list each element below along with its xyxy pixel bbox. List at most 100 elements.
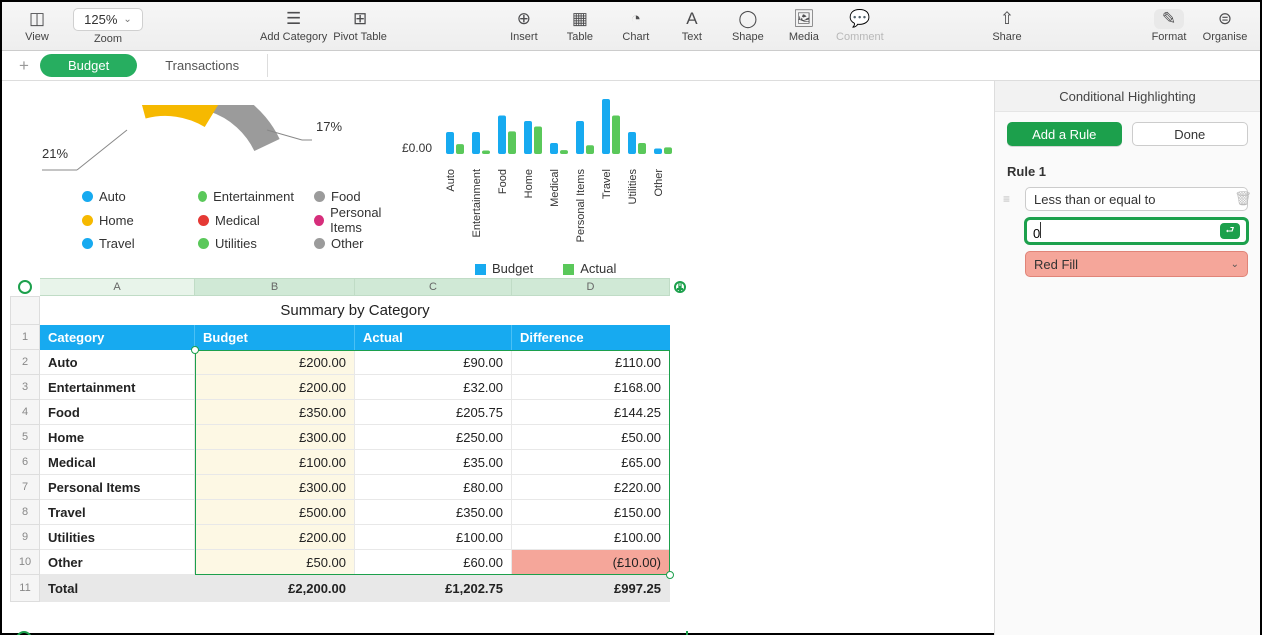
- cell-diff[interactable]: £168.00: [512, 375, 670, 400]
- drag-handle-icon[interactable]: ≡: [1003, 192, 1008, 206]
- cell-cat[interactable]: Other: [40, 550, 195, 575]
- cell-cat[interactable]: Auto: [40, 350, 195, 375]
- col-C[interactable]: C: [355, 278, 512, 296]
- col-A[interactable]: A: [40, 278, 195, 296]
- cell-cat[interactable]: Entertainment: [40, 375, 195, 400]
- style-select[interactable]: Red Fill⌄: [1025, 251, 1248, 277]
- cell-cat[interactable]: Personal Items: [40, 475, 195, 500]
- th-category[interactable]: Category: [40, 325, 195, 350]
- cell-cat[interactable]: Medical: [40, 450, 195, 475]
- cell-diff[interactable]: (£10.00): [512, 550, 670, 575]
- share-button[interactable]: ⇧Share: [982, 9, 1032, 43]
- th-actual[interactable]: Actual: [355, 325, 512, 350]
- canvas[interactable]: 21% 17% AutoEntertainmentFoodHomeMedical…: [2, 81, 994, 635]
- resize-corner[interactable]: [674, 631, 688, 635]
- row-10[interactable]: 10: [10, 550, 40, 575]
- cell-diff[interactable]: £100.00: [512, 525, 670, 550]
- inspector: Conditional Highlighting Add a Rule Done…: [994, 81, 1260, 635]
- insert-button[interactable]: ⊕Insert: [499, 9, 549, 43]
- add-rule-button[interactable]: Add a Rule: [1007, 122, 1122, 146]
- cell-diff[interactable]: £144.25: [512, 400, 670, 425]
- condition-value-input[interactable]: 0 ⮐: [1025, 218, 1248, 244]
- format-button[interactable]: ✎Format: [1144, 9, 1194, 43]
- rule-heading: Rule 1: [1007, 164, 1248, 179]
- cell-budget[interactable]: £200.00: [195, 525, 355, 550]
- cell-budget[interactable]: £500.00: [195, 500, 355, 525]
- cell-actual[interactable]: £100.00: [355, 525, 512, 550]
- row-9[interactable]: 9: [10, 525, 40, 550]
- cell-diff[interactable]: £110.00: [512, 350, 670, 375]
- select-all-ring[interactable]: [10, 278, 40, 296]
- cell-actual[interactable]: £250.00: [355, 425, 512, 450]
- cell-actual[interactable]: £205.75: [355, 400, 512, 425]
- cell-cat[interactable]: Utilities: [40, 525, 195, 550]
- cell-budget[interactable]: £350.00: [195, 400, 355, 425]
- cell-budget[interactable]: £200.00: [195, 375, 355, 400]
- row-4[interactable]: 4: [10, 400, 40, 425]
- tab-transactions[interactable]: Transactions: [137, 54, 268, 77]
- pivot-button[interactable]: ⊞Pivot Table: [333, 9, 387, 43]
- sheet-tabs: + Budget Transactions: [2, 51, 1260, 81]
- legend-item: Food: [314, 189, 410, 204]
- chart-button[interactable]: ◔Chart: [611, 9, 661, 43]
- cell-budget[interactable]: £300.00: [195, 425, 355, 450]
- condition-select[interactable]: Less than or equal to: [1025, 187, 1248, 211]
- media-button[interactable]: 🖼Media: [779, 9, 829, 43]
- cell-diff[interactable]: £150.00: [512, 500, 670, 525]
- cell-budget[interactable]: £300.00: [195, 475, 355, 500]
- add-sheet-button[interactable]: +: [8, 56, 40, 76]
- th-budget[interactable]: Budget: [195, 325, 355, 350]
- formula-ring[interactable]: [16, 631, 32, 635]
- cell-actual[interactable]: £60.00: [355, 550, 512, 575]
- add-column-button[interactable]: ‖: [670, 278, 690, 296]
- organise-button[interactable]: ⊜Organise: [1200, 9, 1250, 43]
- view-button[interactable]: ◫View: [12, 9, 62, 43]
- table-button[interactable]: ▦Table: [555, 9, 605, 43]
- cell-actual[interactable]: £32.00: [355, 375, 512, 400]
- row-3[interactable]: 3: [10, 375, 40, 400]
- cell-budget[interactable]: £50.00: [195, 550, 355, 575]
- svg-text:Utilities: Utilities: [627, 169, 639, 205]
- cell-total-diff[interactable]: £997.25: [512, 575, 670, 602]
- cell-total-budget[interactable]: £2,200.00: [195, 575, 355, 602]
- selection-handle-tl[interactable]: [191, 346, 199, 354]
- chart-icon: ◔: [631, 9, 641, 29]
- cell-budget[interactable]: £200.00: [195, 350, 355, 375]
- cell-actual[interactable]: £35.00: [355, 450, 512, 475]
- zoom-control[interactable]: 125%⌄ Zoom: [68, 8, 148, 45]
- row-11[interactable]: 11: [10, 575, 40, 602]
- tab-budget[interactable]: Budget: [40, 54, 137, 77]
- row-5[interactable]: 5: [10, 425, 40, 450]
- svg-text:Medical: Medical: [549, 169, 561, 207]
- legend-item: Utilities: [198, 236, 294, 251]
- cell-cat[interactable]: Travel: [40, 500, 195, 525]
- row-6[interactable]: 6: [10, 450, 40, 475]
- col-D[interactable]: D: [512, 278, 670, 296]
- row-1[interactable]: 1: [10, 325, 40, 350]
- cell-total-actual[interactable]: £1,202.75: [355, 575, 512, 602]
- delete-rule-button[interactable]: 🗑: [1234, 190, 1252, 207]
- done-button[interactable]: Done: [1132, 122, 1249, 146]
- cell-diff[interactable]: £220.00: [512, 475, 670, 500]
- cell-diff[interactable]: £65.00: [512, 450, 670, 475]
- text-button[interactable]: AText: [667, 9, 717, 43]
- col-B[interactable]: B: [195, 278, 355, 296]
- cell-reference-icon[interactable]: ⮐: [1220, 223, 1240, 239]
- cell-actual[interactable]: £350.00: [355, 500, 512, 525]
- row-8[interactable]: 8: [10, 500, 40, 525]
- cell-budget[interactable]: £100.00: [195, 450, 355, 475]
- row-gutter[interactable]: [10, 296, 40, 325]
- cell-actual[interactable]: £80.00: [355, 475, 512, 500]
- row-2[interactable]: 2: [10, 350, 40, 375]
- cell-total-cat[interactable]: Total: [40, 575, 195, 602]
- cell-diff[interactable]: £50.00: [512, 425, 670, 450]
- cell-actual[interactable]: £90.00: [355, 350, 512, 375]
- cell-cat[interactable]: Home: [40, 425, 195, 450]
- shape-button[interactable]: ◯Shape: [723, 9, 773, 43]
- row-7[interactable]: 7: [10, 475, 40, 500]
- legend-item: Travel: [82, 236, 178, 251]
- add-category-button[interactable]: ☰Add Category: [260, 9, 327, 43]
- selection-handle-br[interactable]: [666, 571, 674, 579]
- cell-cat[interactable]: Food: [40, 400, 195, 425]
- th-difference[interactable]: Difference: [512, 325, 670, 350]
